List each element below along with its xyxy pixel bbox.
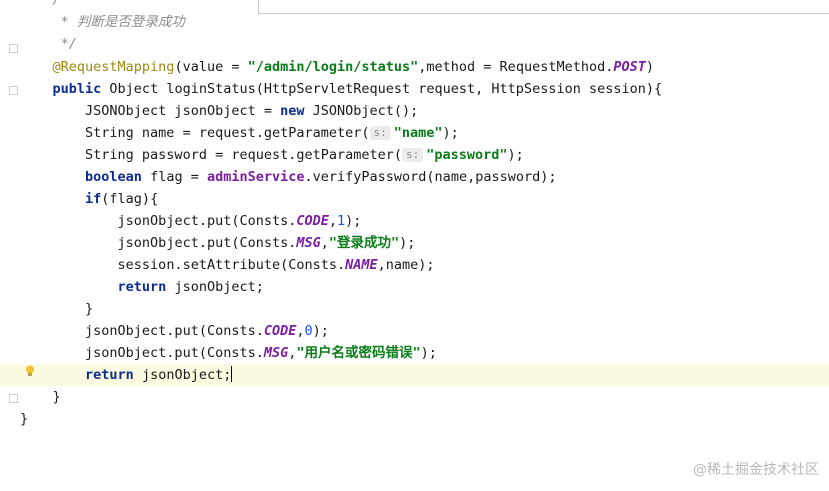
string-literal: "登录成功" xyxy=(328,235,400,251)
string-literal: "name" xyxy=(393,125,443,141)
string-literal: "password" xyxy=(426,147,508,163)
code-line[interactable]: boolean flag = adminService.verifyPasswo… xyxy=(0,166,829,188)
static-field: POST xyxy=(613,59,646,75)
comment-text: */ xyxy=(60,36,77,52)
code-line[interactable]: jsonObject.put(Consts.MSG,"用户名或密码错误"); xyxy=(0,342,829,364)
static-field: NAME xyxy=(345,257,378,273)
code-line[interactable]: */ xyxy=(0,33,829,55)
comment-text: /** xyxy=(52,0,77,8)
code-line[interactable]: JSONObject jsonObject = new JSONObject()… xyxy=(0,100,829,122)
static-field: MSG xyxy=(296,235,321,251)
code-line[interactable]: if(flag){ xyxy=(0,188,829,210)
lightbulb-icon[interactable] xyxy=(25,365,35,377)
keyword: new xyxy=(280,103,305,119)
code-line[interactable]: String name = request.getParameter(s: "na… xyxy=(0,122,829,144)
fold-marker-icon[interactable] xyxy=(9,86,18,95)
code-line[interactable]: return jsonObject; xyxy=(0,276,829,298)
code-line[interactable]: jsonObject.put(Consts.CODE,1); xyxy=(0,210,829,232)
code-line[interactable]: jsonObject.put(Consts.CODE,0); xyxy=(0,320,829,342)
static-field: CODE xyxy=(296,213,329,229)
number-literal: 0 xyxy=(304,323,313,339)
code-line[interactable]: } xyxy=(0,408,829,430)
static-field: MSG xyxy=(263,345,289,361)
keyword: return xyxy=(117,279,167,295)
parameter-hint: s: xyxy=(402,148,424,162)
comment-text: * 判断是否登录成功 xyxy=(60,14,185,30)
static-field: CODE xyxy=(263,323,297,339)
code-line[interactable]: } xyxy=(0,386,829,408)
code-line[interactable]: /** xyxy=(0,0,829,11)
annotation-token: @RequestMapping xyxy=(52,59,175,75)
string-literal: "用户名或密码错误" xyxy=(296,345,421,361)
text-caret xyxy=(231,366,233,382)
keyword: return xyxy=(85,367,134,383)
string-literal: "/admin/login/status" xyxy=(247,59,419,75)
watermark-text: @稀土掘金技术社区 xyxy=(693,462,819,478)
keyword: if xyxy=(85,191,102,207)
fold-marker-icon[interactable] xyxy=(9,394,18,403)
code-line[interactable]: jsonObject.put(Consts.MSG,"登录成功"); xyxy=(0,232,829,254)
code-line[interactable]: } xyxy=(0,298,829,320)
parameter-hint: s: xyxy=(369,126,391,140)
code-line[interactable]: public Object loginStatus(HttpServletReq… xyxy=(0,78,829,100)
code-line[interactable]: @RequestMapping(value = "/admin/login/st… xyxy=(0,56,829,78)
keyword: boolean xyxy=(85,169,142,185)
code-line[interactable]: String password = request.getParameter(s… xyxy=(0,144,829,166)
keyword: public xyxy=(52,81,102,97)
code-line[interactable]: session.setAttribute(Consts.NAME,name); xyxy=(0,254,829,276)
current-code-line[interactable]: return jsonObject; xyxy=(0,364,829,386)
code-line[interactable]: * 判断是否登录成功 xyxy=(0,11,829,33)
number-literal: 1 xyxy=(337,213,346,229)
code-editor[interactable]: /** * 判断是否登录成功 */ @RequestMapping(value … xyxy=(0,0,829,491)
fold-marker-icon[interactable] xyxy=(9,44,18,53)
service-field: adminService xyxy=(206,169,305,185)
